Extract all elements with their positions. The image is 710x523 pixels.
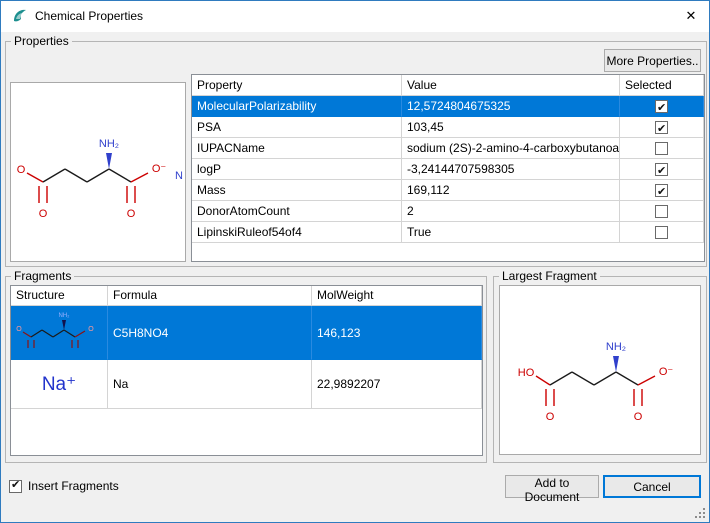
fragments-table-header: Structure Formula MolWeight (11, 286, 482, 306)
insert-fragments-option[interactable]: Insert Fragments (9, 479, 119, 493)
resize-grip-icon[interactable] (694, 507, 706, 519)
oxygen-label: O (634, 411, 643, 423)
value-cell: -3,24144707598305 (402, 159, 620, 180)
property-cell: MolecularPolarizability (192, 96, 402, 117)
table-row[interactable]: logP -3,24144707598305 (192, 159, 704, 180)
property-cell: PSA (192, 117, 402, 138)
table-row[interactable]: LipinskiRuleof54of4 True (192, 222, 704, 243)
selected-cell (620, 138, 704, 159)
selected-checkbox[interactable] (655, 100, 668, 113)
sodium-ion-label: Na⁺ (11, 373, 107, 396)
table-row[interactable]: IUPACName sodium (2S)-2-amino-4-carboxyb… (192, 138, 704, 159)
selected-checkbox[interactable] (655, 184, 668, 197)
molecule-preview-panel: O O NH₂ O O⁻ N (10, 82, 186, 262)
fragments-group-label: Fragments (11, 269, 74, 283)
selected-checkbox[interactable] (655, 121, 668, 134)
glutamate-molecule-icon: O O NH₂ O O⁻ N (11, 83, 185, 261)
sodium-partial-label: N (175, 170, 183, 182)
oxygen-label: O (16, 326, 22, 333)
column-header-property[interactable]: Property (192, 75, 402, 96)
property-cell: DonorAtomCount (192, 201, 402, 222)
oxygen-label: O (546, 411, 555, 423)
selected-checkbox[interactable] (655, 163, 668, 176)
add-to-document-button[interactable]: Add to Document (505, 475, 599, 498)
window-title: Chemical Properties (35, 1, 143, 31)
column-header-value[interactable]: Value (402, 75, 620, 96)
value-cell: 169,112 (402, 180, 620, 201)
fragments-group: Fragments Structure Formula MolWeight O (5, 276, 487, 463)
fragment-row[interactable]: O NH₂ O (11, 306, 482, 360)
titlebar[interactable]: Chemical Properties ✕ (1, 1, 709, 32)
molweight-cell: 146,123 (312, 306, 482, 360)
column-header-structure[interactable]: Structure (11, 286, 108, 306)
value-cell: sodium (2S)-2-amino-4-carboxybutanoate (402, 138, 620, 159)
close-button[interactable]: ✕ (673, 1, 709, 31)
fragment-row[interactable]: Na⁺ Na 22,9892207 (11, 360, 482, 409)
properties-group-label: Properties (11, 34, 72, 48)
table-row[interactable]: MolecularPolarizability 12,5724804675325 (192, 96, 704, 117)
oxygen-anion-label: O⁻ (659, 366, 674, 378)
properties-table-header: Property Value Selected (192, 75, 704, 96)
largest-fragment-panel: HO O NH₂ O O⁻ (499, 285, 701, 455)
oxygen-label: O (127, 208, 136, 220)
selected-cell (620, 201, 704, 222)
selected-cell (620, 180, 704, 201)
largest-fragment-group: Largest Fragment HO O NH₂ O O⁻ (493, 276, 707, 463)
property-cell: LipinskiRuleof54of4 (192, 222, 402, 243)
insert-fragments-checkbox[interactable] (9, 480, 22, 493)
oxygen-label: O (17, 164, 26, 176)
glutamate-fragment-icon: O NH₂ O (11, 306, 107, 359)
insert-fragments-label: Insert Fragments (28, 479, 119, 493)
formula-cell: Na (108, 360, 312, 409)
oxygen-anion-label: O⁻ (152, 163, 167, 175)
property-cell: Mass (192, 180, 402, 201)
table-row[interactable]: Mass 169,112 (192, 180, 704, 201)
column-header-selected[interactable]: Selected (620, 75, 704, 96)
value-cell: 103,45 (402, 117, 620, 138)
properties-table: Property Value Selected MolecularPolariz… (191, 74, 705, 262)
formula-cell: C5H8NO4 (108, 306, 312, 360)
column-header-formula[interactable]: Formula (108, 286, 312, 306)
selected-cell (620, 96, 704, 117)
properties-group: Properties More Properties.. O O NH₂ O (5, 41, 707, 267)
chemical-properties-dialog: Chemical Properties ✕ Properties More Pr… (0, 0, 710, 523)
selected-cell (620, 117, 704, 138)
molweight-cell: 22,9892207 (312, 360, 482, 409)
close-icon: ✕ (686, 8, 697, 24)
amine-label: NH₂ (59, 313, 71, 319)
property-cell: IUPACName (192, 138, 402, 159)
value-cell: 2 (402, 201, 620, 222)
selected-cell (620, 222, 704, 243)
amine-label: NH₂ (99, 138, 119, 150)
fragments-table: Structure Formula MolWeight O NH₂ (10, 285, 483, 456)
largest-fragment-group-label: Largest Fragment (499, 269, 600, 283)
structure-cell: Na⁺ (11, 360, 108, 409)
value-cell: True (402, 222, 620, 243)
glutamic-acid-molecule-icon: HO O NH₂ O O⁻ (500, 286, 700, 454)
property-cell: logP (192, 159, 402, 180)
column-header-molweight[interactable]: MolWeight (312, 286, 482, 306)
table-row[interactable]: PSA 103,45 (192, 117, 704, 138)
hydroxyl-label: HO (518, 367, 535, 379)
selected-checkbox[interactable] (655, 226, 668, 239)
cancel-button[interactable]: Cancel (603, 475, 701, 498)
app-icon (11, 7, 29, 25)
selected-checkbox[interactable] (655, 142, 668, 155)
oxygen-label: O (39, 208, 48, 220)
oxygen-label: O (88, 326, 94, 333)
table-row[interactable]: DonorAtomCount 2 (192, 201, 704, 222)
selected-cell (620, 159, 704, 180)
amine-label: NH₂ (606, 341, 626, 353)
structure-cell: O NH₂ O (11, 306, 108, 360)
selected-checkbox[interactable] (655, 205, 668, 218)
value-cell: 12,5724804675325 (402, 96, 620, 117)
more-properties-button[interactable]: More Properties.. (604, 49, 701, 72)
